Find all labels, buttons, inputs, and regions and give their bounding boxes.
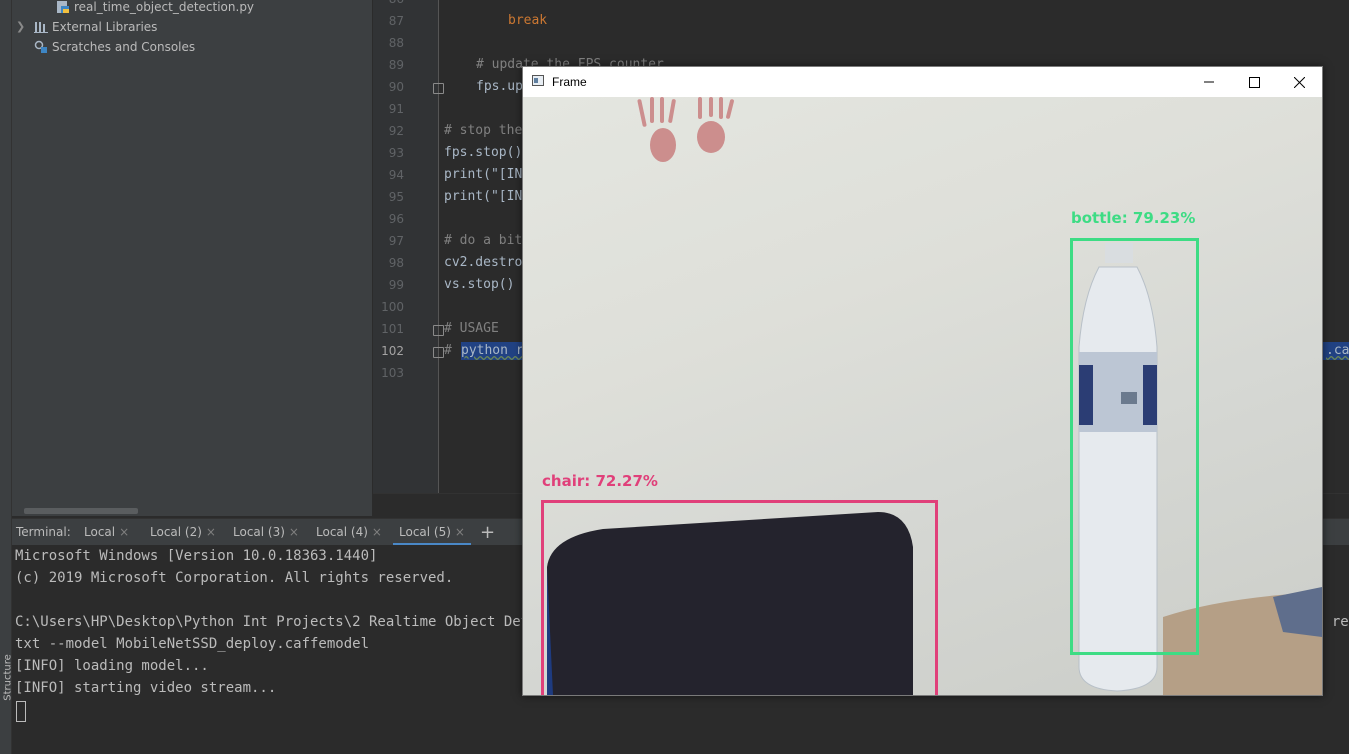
detection-label-chair: chair: 72.27% [542, 472, 658, 490]
code-line-90: fps.up [476, 79, 523, 94]
gutter-divider [438, 0, 439, 493]
library-icon [34, 22, 48, 33]
line-number: 89 [388, 58, 404, 72]
terminal-line: Microsoft Windows [Version 10.0.18363.14… [15, 548, 378, 564]
line-number: 99 [388, 278, 404, 292]
code-line-87: break [508, 13, 548, 28]
tree-item-label: Scratches and Consoles [52, 40, 196, 54]
add-terminal-icon[interactable]: + [480, 519, 495, 546]
terminal-line: [INFO] loading model... [15, 658, 209, 674]
code-line-101: # USAGE [444, 321, 499, 336]
code-line-98: cv2.destro [444, 255, 523, 270]
project-horizontal-scrollbar[interactable] [24, 508, 138, 514]
minimize-button[interactable] [1186, 67, 1232, 97]
line-number: 90 [388, 80, 404, 94]
python-file-icon [57, 1, 69, 13]
tree-item-scratches[interactable]: Scratches and Consoles [34, 38, 195, 56]
code-line-99: vs.stop() [444, 277, 515, 292]
fold-marker-icon[interactable] [433, 347, 444, 358]
code-line-102-prefix: # [444, 343, 460, 358]
close-tab-icon[interactable]: × [372, 525, 382, 539]
tree-item-label: real_time_object_detection.py [74, 0, 255, 14]
detection-box-bottle [1070, 238, 1199, 655]
code-line-94: print("[IN [444, 167, 523, 182]
fold-marker-icon[interactable] [433, 83, 444, 94]
tree-item-external-libraries[interactable]: ❯ External Libraries [16, 18, 157, 36]
code-line-102-selected: python r [461, 343, 524, 358]
code-line-95: print("[IN [444, 189, 523, 204]
close-button[interactable] [1276, 67, 1322, 97]
line-number: 101 [381, 322, 404, 336]
close-tab-icon[interactable]: × [119, 525, 129, 539]
line-number: 97 [388, 234, 404, 248]
terminal-line: C:\Users\HP\Desktop\Python Int Projects\… [15, 614, 555, 630]
tab-label: Local (2) [150, 525, 202, 539]
line-number: 86 [364, 0, 404, 10]
code-line-102-tail: .ca [1326, 343, 1349, 358]
tab-label: Local (5) [399, 525, 451, 539]
line-number: 88 [388, 36, 404, 50]
terminal-line: txt --model MobileNetSSD_deploy.caffemod… [15, 636, 370, 652]
line-number: 87 [388, 14, 404, 28]
code-line-92: # stop the [444, 123, 523, 138]
tab-label: Local (4) [316, 525, 368, 539]
frame-title-bar[interactable]: Frame [523, 67, 1322, 97]
maximize-icon [1248, 76, 1260, 88]
terminal-cursor [16, 701, 26, 722]
line-number: 91 [388, 102, 404, 116]
app-window-icon [532, 75, 544, 86]
terminal-label: Terminal: [16, 525, 71, 539]
maximize-button[interactable] [1231, 67, 1277, 97]
frame-window[interactable]: Frame bottle: 79.23% chair: 72.27% [522, 66, 1323, 696]
terminal-tab-local[interactable]: Local × [84, 519, 129, 546]
close-tab-icon[interactable]: × [289, 525, 299, 539]
line-number-current: 102 [381, 344, 404, 358]
project-panel: real_time_object_detection.py ❯ External… [12, 0, 372, 516]
detection-label-bottle: bottle: 79.23% [1071, 209, 1196, 227]
line-number: 95 [388, 190, 404, 204]
line-number: 93 [388, 146, 404, 160]
close-tab-icon[interactable]: × [206, 525, 216, 539]
close-tab-icon[interactable]: × [455, 525, 465, 539]
detection-box-chair [541, 500, 938, 695]
line-number: 96 [388, 212, 404, 226]
fold-marker-icon[interactable] [433, 325, 444, 336]
line-number: 103 [381, 366, 404, 380]
line-number: 98 [388, 256, 404, 270]
frame-window-title: Frame [552, 75, 587, 89]
terminal-tab-local-4[interactable]: Local (4) × [316, 519, 382, 546]
minimize-icon [1204, 81, 1214, 83]
tab-label: Local [84, 525, 116, 539]
line-number: 94 [388, 168, 404, 182]
video-frame: bottle: 79.23% chair: 72.27% [523, 97, 1322, 695]
line-number: 92 [388, 124, 404, 138]
code-line-93: fps.stop() [444, 145, 523, 160]
tab-label: Local (3) [233, 525, 285, 539]
chevron-right-icon[interactable]: ❯ [16, 18, 34, 36]
tree-item-python-file[interactable]: real_time_object_detection.py [56, 0, 254, 16]
close-icon [1293, 76, 1305, 88]
terminal-line: (c) 2019 Microsoft Corporation. All righ… [15, 570, 454, 586]
terminal-tab-local-3[interactable]: Local (3) × [233, 519, 299, 546]
structure-tool-strip: Structure [0, 0, 14, 754]
tree-item-label: External Libraries [52, 20, 158, 34]
terminal-tab-local-5[interactable]: Local (5) × [393, 519, 471, 546]
code-line-97: # do a bit [444, 233, 523, 248]
line-number: 100 [381, 300, 404, 314]
scratches-icon [34, 40, 47, 53]
terminal-line: [INFO] starting video stream... [15, 680, 277, 696]
terminal-tab-local-2[interactable]: Local (2) × [150, 519, 216, 546]
